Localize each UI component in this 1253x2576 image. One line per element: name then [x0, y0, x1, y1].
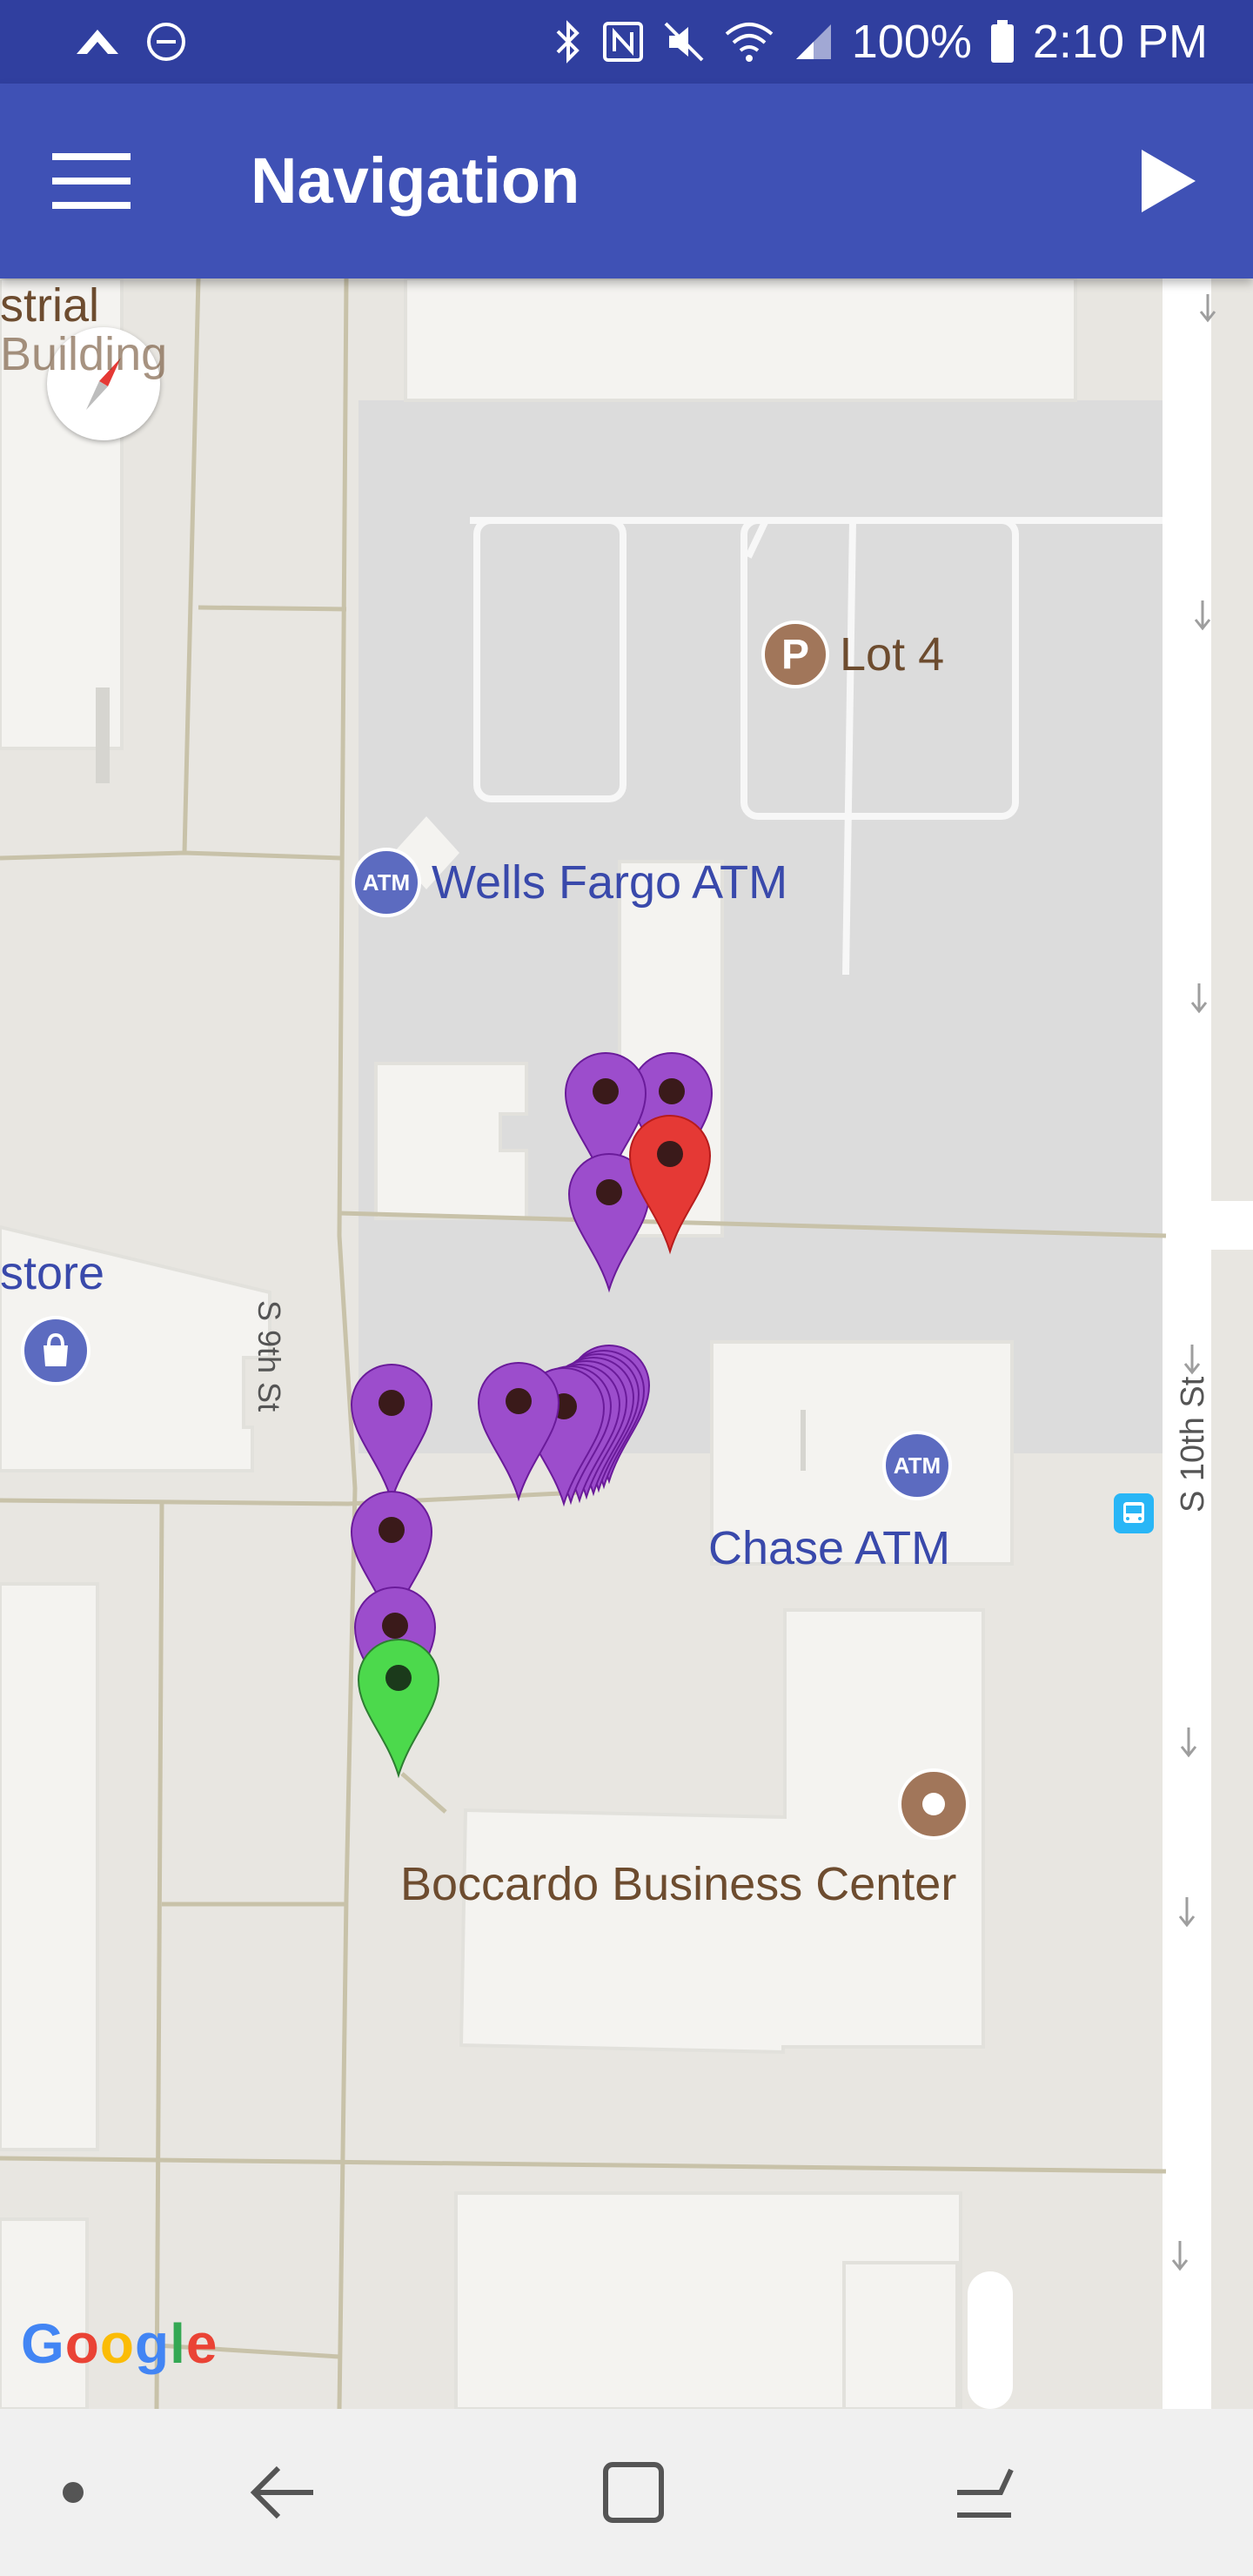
home-button[interactable]	[590, 2449, 677, 2536]
mute-icon	[664, 22, 704, 62]
chase-atm-label: Chase ATM	[708, 1522, 951, 1574]
wells-fargo-atm-poi[interactable]: ATM Wells Fargo ATM	[352, 848, 787, 917]
app-bar: Navigation	[0, 84, 1253, 278]
industrial-building-label-line1: strial	[0, 279, 100, 332]
map-canvas	[0, 278, 1253, 2409]
wells-fargo-atm-label: Wells Fargo ATM	[432, 856, 788, 909]
google-letter: g	[134, 2312, 171, 2375]
atm-icon: ATM	[352, 848, 421, 917]
page-title: Navigation	[251, 144, 580, 217]
dot-icon	[922, 1793, 945, 1815]
play-icon	[1142, 150, 1196, 212]
google-logo: G o o g l e	[21, 2311, 218, 2376]
hamburger-menu-icon	[52, 153, 131, 209]
google-letter: G	[21, 2312, 65, 2375]
shopping-bag-icon	[44, 1332, 68, 1366]
back-arrow-icon	[250, 2465, 313, 2519]
home-square-icon	[603, 2462, 664, 2523]
google-letter: e	[185, 2312, 218, 2375]
dot-icon	[63, 2482, 84, 2503]
business-poi-icon[interactable]	[898, 1768, 969, 1840]
status-right-icons: 100% 2:10 PM	[553, 0, 1208, 84]
status-bar: 100% 2:10 PM	[0, 0, 1253, 84]
store-label: store	[0, 1247, 105, 1299]
street-label-s-10th-st: S 10th St	[1175, 1376, 1211, 1513]
parking-icon: P	[761, 621, 829, 688]
industrial-building-label-line2: Building	[0, 328, 168, 380]
clock: 2:10 PM	[1032, 16, 1208, 68]
bus-icon	[1123, 1502, 1144, 1523]
street-label-s-9th-st: S 9th St	[251, 1300, 287, 1412]
lot-4-label: Lot 4	[840, 628, 945, 681]
do-not-disturb-icon	[147, 23, 185, 61]
atm-badge-text: ATM	[362, 869, 411, 896]
wifi-icon	[725, 23, 774, 62]
status-left-icons	[73, 0, 188, 84]
navigation-app-icon	[77, 30, 118, 54]
shopping-poi[interactable]	[21, 1316, 90, 1385]
parking-poi[interactable]: P Lot 4	[761, 621, 944, 688]
nav-dot-button[interactable]	[30, 2449, 117, 2536]
boccardo-business-center-label: Boccardo Business Center	[400, 1858, 957, 1910]
bus-stop-icon[interactable]	[1114, 1493, 1154, 1533]
google-letter: o	[99, 2312, 135, 2375]
google-letter: o	[64, 2312, 100, 2375]
recents-icon	[957, 2468, 1014, 2518]
system-navigation-bar	[0, 2409, 1253, 2576]
start-navigation-button[interactable]	[1122, 138, 1209, 225]
nfc-icon	[602, 22, 643, 62]
google-letter: l	[170, 2312, 186, 2375]
atm-badge-text: ATM	[893, 1452, 941, 1479]
bluetooth-icon	[556, 20, 580, 64]
menu-button[interactable]	[44, 144, 139, 218]
recents-button[interactable]	[940, 2449, 1027, 2536]
battery-icon	[990, 20, 1014, 63]
map-view[interactable]: strial Building P Lot 4 ATM Wells Fargo …	[0, 278, 1253, 2409]
chase-atm-poi[interactable]: ATM	[882, 1431, 952, 1500]
back-button[interactable]	[240, 2449, 327, 2536]
parking-badge-letter: P	[781, 631, 809, 678]
signal-icon	[795, 24, 831, 59]
battery-percentage: 100%	[851, 16, 972, 68]
